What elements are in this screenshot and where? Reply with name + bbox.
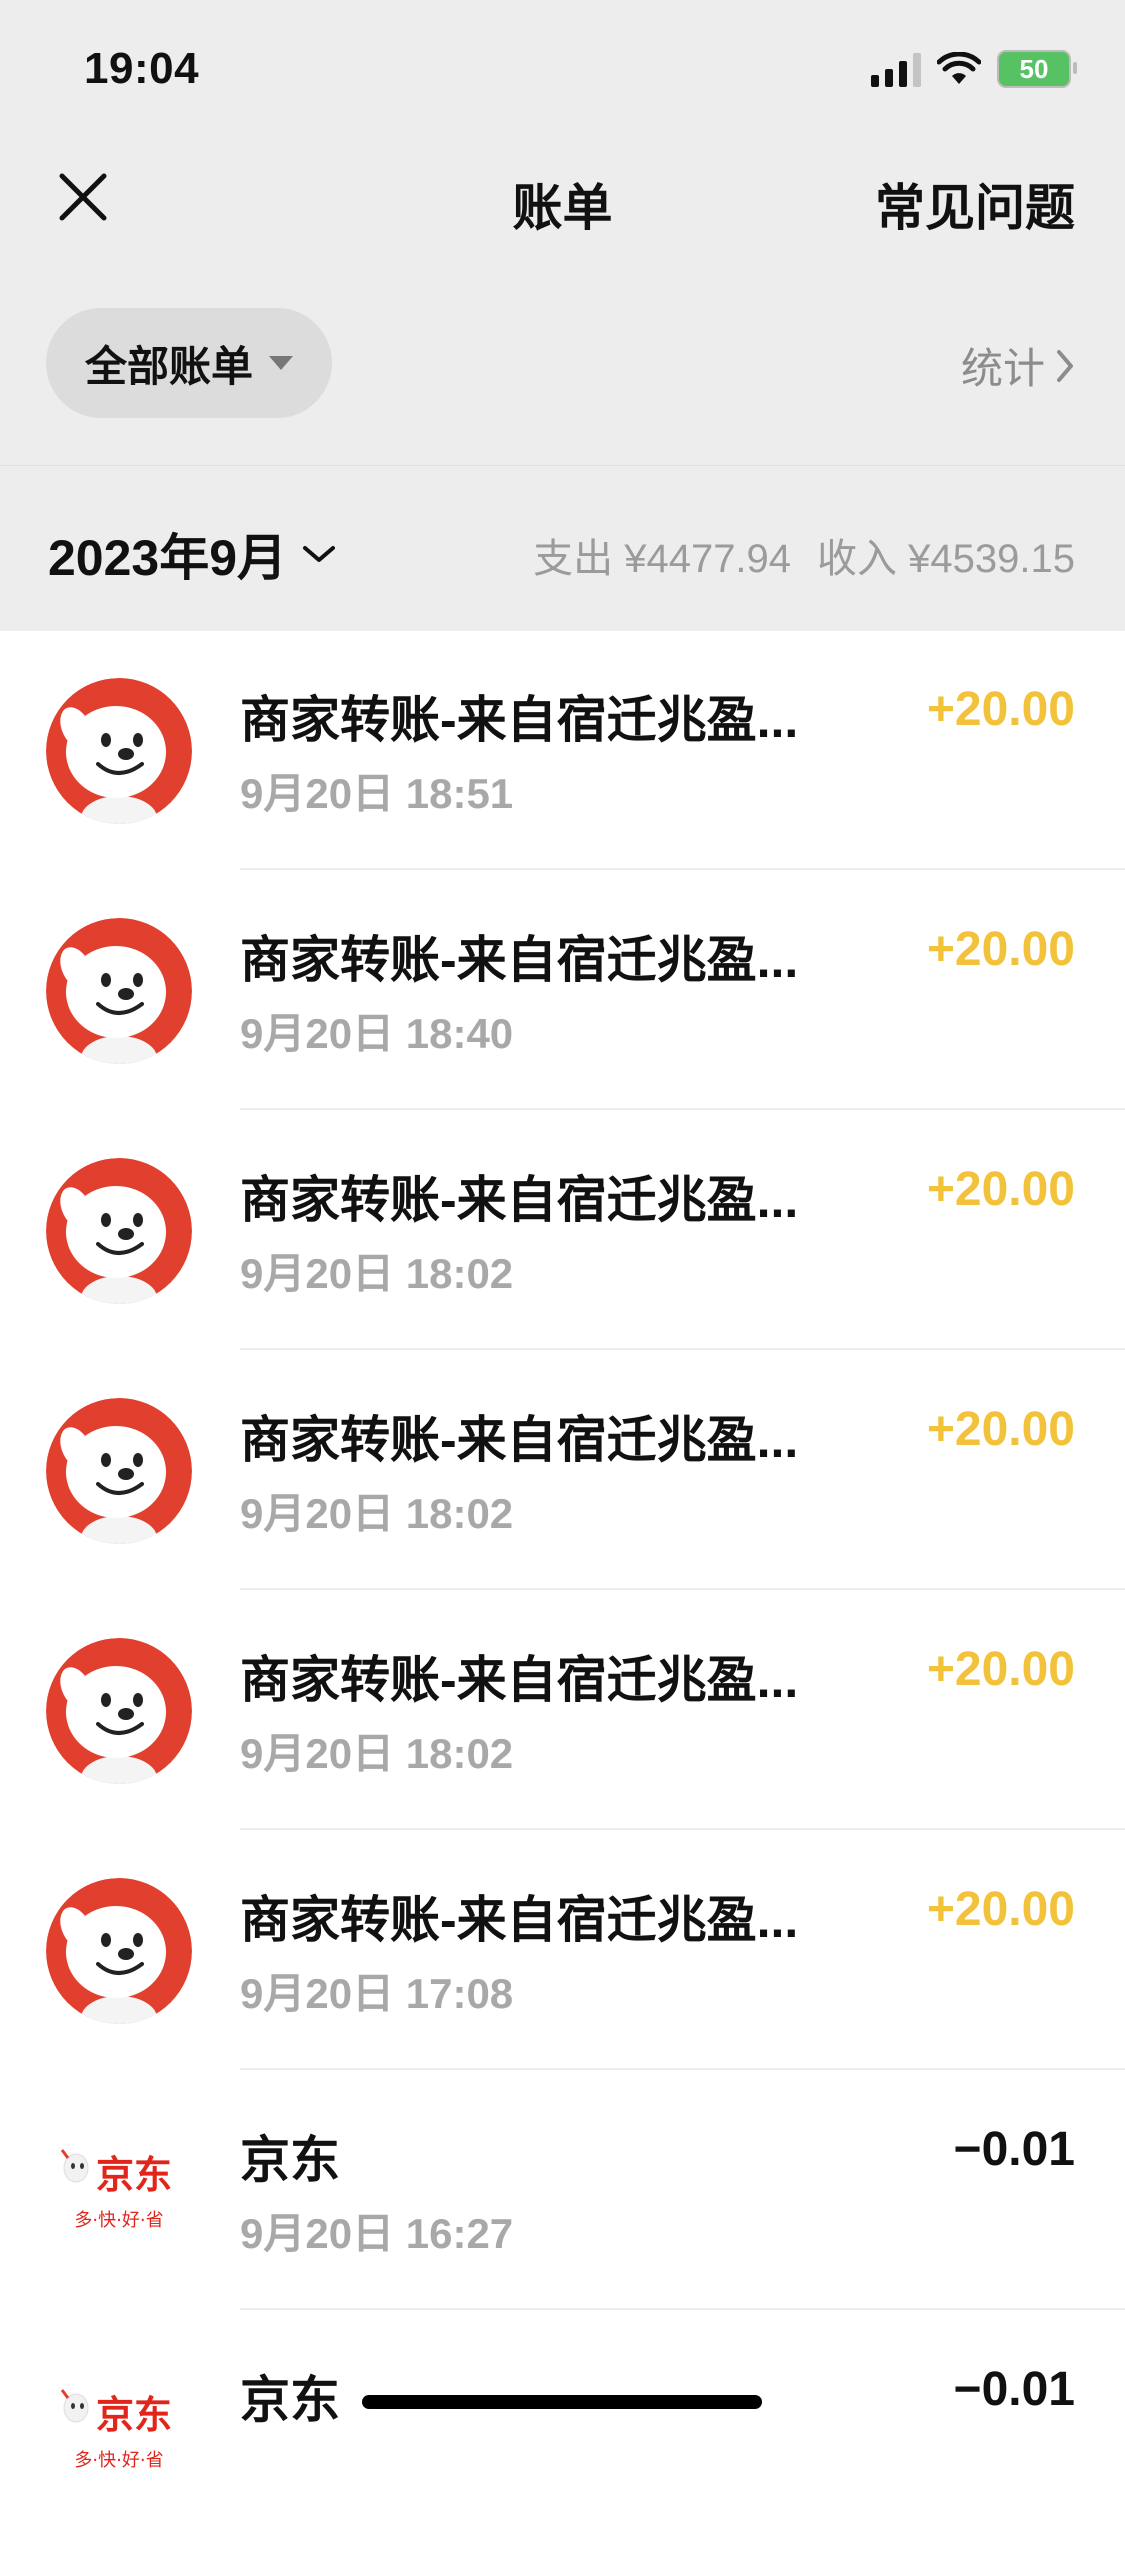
transaction-row[interactable]: 商家转账-来自宿迁兆盈... 9月20日 18:02 +20.00 xyxy=(0,1110,1125,1350)
transaction-amount: +20.00 xyxy=(926,683,1075,736)
cellular-signal-icon xyxy=(871,51,921,87)
jd-logo-text: 京东 xyxy=(96,2393,172,2437)
status-icons: 50 xyxy=(871,50,1077,88)
chevron-right-icon xyxy=(1057,349,1073,382)
jd-mascot-icon xyxy=(46,1398,192,1544)
transaction-time: 9月20日 16:27 xyxy=(240,2210,514,2257)
transaction-row[interactable]: 京东 多·快·好·省 京东 9月20日 16:27 −0.01 xyxy=(0,2070,1125,2310)
jd-mascot-icon xyxy=(46,1638,192,1784)
transaction-row[interactable]: 商家转账-来自宿迁兆盈... 9月20日 18:51 +20.00 xyxy=(0,630,1125,870)
jd-logo-text: 京东 xyxy=(96,2153,172,2197)
transaction-time: 9月20日 18:02 xyxy=(240,1490,514,1537)
jd-mascot-icon xyxy=(46,678,192,824)
bill-filter-dropdown[interactable]: 全部账单 xyxy=(46,308,332,418)
bill-filter-label: 全部账单 xyxy=(84,342,253,390)
jd-logo-slogan: 多·快·好·省 xyxy=(74,2210,163,2231)
transaction-amount: +20.00 xyxy=(926,1883,1075,1936)
month-selector[interactable]: 2023年9月 xyxy=(48,518,337,590)
jd-mascot-icon xyxy=(46,918,192,1064)
transaction-row[interactable]: 商家转账-来自宿迁兆盈... 9月20日 18:40 +20.00 xyxy=(0,870,1125,1110)
transaction-title: 京东 xyxy=(240,2372,340,2428)
transaction-time: 9月20日 18:40 xyxy=(240,1010,514,1057)
jd-logo-slogan: 多·快·好·省 xyxy=(74,2450,163,2471)
wifi-icon xyxy=(937,52,981,84)
transaction-title: 京东 xyxy=(240,2132,340,2188)
caret-down-icon xyxy=(269,356,293,370)
transaction-row[interactable]: 商家转账-来自宿迁兆盈... 9月20日 17:08 +20.00 xyxy=(0,1830,1125,2070)
statistics-label: 统计 xyxy=(960,345,1045,392)
jd-mascot-icon xyxy=(46,1158,192,1304)
transaction-time: 9月20日 18:02 xyxy=(240,1730,514,1777)
transaction-title: 商家转账-来自宿迁兆盈... xyxy=(240,932,799,988)
transaction-amount: +20.00 xyxy=(926,923,1075,976)
month-header: 2023年9月 支出 ¥4477.94 收入 ¥4539.15 xyxy=(0,465,1125,631)
transaction-title: 商家转账-来自宿迁兆盈... xyxy=(240,1892,799,1948)
transaction-amount: −0.01 xyxy=(953,2363,1075,2416)
jd-logo-icon: 京东 多·快·好·省 xyxy=(46,2118,192,2264)
month-label: 2023年9月 xyxy=(48,530,288,586)
transaction-title: 商家转账-来自宿迁兆盈... xyxy=(240,1172,799,1228)
transaction-time: 9月20日 18:51 xyxy=(240,770,514,817)
transaction-title: 商家转账-来自宿迁兆盈... xyxy=(240,1412,799,1468)
transaction-row[interactable]: 商家转账-来自宿迁兆盈... 9月20日 18:02 +20.00 xyxy=(0,1350,1125,1590)
jd-logo-icon: 京东 多·快·好·省 xyxy=(46,2358,192,2504)
close-icon[interactable] xyxy=(56,170,110,224)
transaction-time: 9月20日 17:08 xyxy=(240,1970,514,2017)
jd-mascot-icon xyxy=(46,1878,192,2024)
battery-level: 50 xyxy=(1019,53,1049,84)
transaction-amount: −0.01 xyxy=(953,2123,1075,2176)
faq-button[interactable]: 常见问题 xyxy=(875,168,1075,240)
transaction-row[interactable]: 京东 多·快·好·省 京东 −0.01 xyxy=(0,2310,1125,2550)
income-total: 收入 ¥4539.15 xyxy=(817,537,1075,581)
transaction-time: 9月20日 18:02 xyxy=(240,1250,514,1297)
expense-total: 支出 ¥4477.94 xyxy=(533,537,792,581)
home-indicator[interactable] xyxy=(362,2395,762,2409)
battery-icon: 50 xyxy=(997,50,1077,88)
chevron-down-icon xyxy=(303,546,336,562)
transaction-amount: +20.00 xyxy=(926,1163,1075,1216)
status-time: 19:04 xyxy=(84,44,200,93)
transaction-amount: +20.00 xyxy=(926,1403,1075,1456)
transaction-list: 商家转账-来自宿迁兆盈... 9月20日 18:51 +20.00 商家转账-来… xyxy=(0,630,1125,2550)
statistics-button[interactable]: 统计 xyxy=(961,335,1075,396)
transaction-title: 商家转账-来自宿迁兆盈... xyxy=(240,1652,799,1708)
month-summary: 支出 ¥4477.94 收入 ¥4539.15 xyxy=(533,526,1075,584)
transaction-row[interactable]: 商家转账-来自宿迁兆盈... 9月20日 18:02 +20.00 xyxy=(0,1590,1125,1830)
transaction-amount: +20.00 xyxy=(926,1643,1075,1696)
transaction-title: 商家转账-来自宿迁兆盈... xyxy=(240,692,799,748)
